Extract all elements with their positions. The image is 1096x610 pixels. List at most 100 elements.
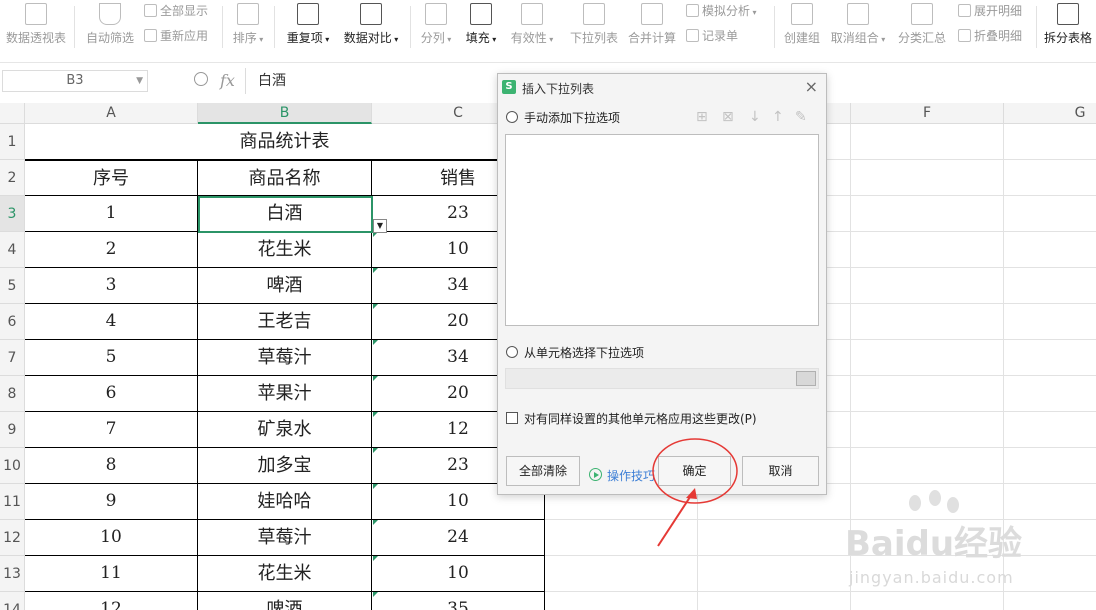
ok-button[interactable]: 确定 [658, 456, 731, 486]
dropdown-items-list[interactable] [505, 134, 819, 326]
show-all-button[interactable]: 全部显示 [144, 2, 208, 19]
play-icon[interactable] [589, 468, 602, 481]
column-header-g[interactable]: G [1004, 103, 1096, 124]
header-cell-name[interactable]: 商品名称 [198, 160, 372, 196]
index-cell[interactable]: 1 [25, 196, 198, 232]
validity-button[interactable]: 有效性 ▾ [510, 0, 554, 50]
reapply-button[interactable]: 重新应用 [144, 27, 208, 44]
filter-icon [99, 3, 121, 25]
manual-option-label[interactable]: 手动添加下拉选项 [524, 109, 620, 126]
row-header-1[interactable]: 1 [0, 124, 25, 160]
range-picker-icon[interactable] [796, 371, 816, 386]
row-header-2[interactable]: 2 [0, 160, 25, 196]
dialog-title-bar[interactable]: S 插入下拉列表 × [498, 74, 826, 101]
cell-range-input[interactable] [505, 368, 819, 389]
ungroup-button[interactable]: 取消组合 ▾ [828, 0, 888, 50]
ribbon-separator [1036, 6, 1037, 48]
index-cell[interactable]: 9 [25, 484, 198, 520]
name-cell[interactable]: 花生米 [198, 556, 372, 592]
name-cell[interactable]: 啤酒 [198, 268, 372, 304]
manual-option-radio[interactable] [506, 111, 518, 123]
name-cell[interactable]: 娃哈哈 [198, 484, 372, 520]
fx-icon[interactable]: fx [220, 71, 235, 90]
tips-link[interactable]: 操作技巧 [607, 467, 655, 484]
move-down-icon[interactable]: ↓ [749, 109, 761, 125]
subtotal-button[interactable]: 分类汇总 [896, 0, 948, 50]
column-header-b[interactable]: B [198, 103, 372, 124]
row-header-12[interactable]: 12 [0, 520, 25, 556]
name-cell[interactable]: 加多宝 [198, 448, 372, 484]
index-cell[interactable]: 7 [25, 412, 198, 448]
name-cell[interactable]: 啤酒 [198, 592, 372, 610]
record-form-button[interactable]: 记录单 [686, 27, 738, 44]
index-cell[interactable]: 12 [25, 592, 198, 610]
split-table-button[interactable]: 拆分表格 [1042, 0, 1094, 50]
row-header-5[interactable]: 5 [0, 268, 25, 304]
apply-all-label[interactable]: 对有同样设置的其他单元格应用这些更改(P) [524, 410, 757, 427]
zoom-icon[interactable] [194, 72, 208, 86]
column-header-f[interactable]: F [851, 103, 1004, 124]
sales-cell[interactable]: 24 [372, 520, 545, 556]
name-cell[interactable]: 矿泉水 [198, 412, 372, 448]
row-header-9[interactable]: 9 [0, 412, 25, 448]
duplicates-button[interactable]: 重复项 ▾ [284, 0, 332, 50]
row-header-6[interactable]: 6 [0, 304, 25, 340]
row-header-13[interactable]: 13 [0, 556, 25, 592]
sort-button[interactable]: 排序 ▾ [230, 0, 266, 50]
table-title-cell[interactable]: 商品统计表 [25, 124, 545, 160]
delete-item-icon[interactable]: ⊠ [722, 109, 734, 125]
dropdown-list-button[interactable]: 下拉列表 [568, 0, 620, 50]
data-compare-button[interactable]: 数据对比 ▾ [342, 0, 400, 50]
fill-button[interactable]: 填充 ▾ [464, 0, 498, 50]
row-header-10[interactable]: 10 [0, 448, 25, 484]
index-cell[interactable]: 5 [25, 340, 198, 376]
clear-all-button[interactable]: 全部清除 [506, 456, 580, 486]
index-cell[interactable]: 10 [25, 520, 198, 556]
collapse-details-button[interactable]: 折叠明细 [958, 27, 1022, 44]
from-cells-radio[interactable] [506, 346, 518, 358]
cancel-button[interactable]: 取消 [742, 456, 819, 486]
expand-details-button[interactable]: 展开明细 [958, 2, 1022, 19]
what-if-analysis-button[interactable]: 模拟分析 ▾ [686, 2, 757, 19]
edit-item-icon[interactable]: ✎ [795, 109, 807, 125]
row-header-14[interactable]: 14 [0, 592, 25, 610]
pivot-table-button[interactable]: 数据透视表 [4, 0, 68, 50]
name-cell[interactable]: 花生米 [198, 232, 372, 268]
name-cell[interactable]: 苹果汁 [198, 376, 372, 412]
column-header-a[interactable]: A [25, 103, 198, 124]
close-icon[interactable]: × [805, 77, 818, 96]
index-cell[interactable]: 6 [25, 376, 198, 412]
validation-marker [373, 592, 378, 597]
index-cell[interactable]: 8 [25, 448, 198, 484]
index-cell[interactable]: 3 [25, 268, 198, 304]
name-cell[interactable]: 草莓汁 [198, 340, 372, 376]
split-column-button[interactable]: 分列 ▾ [420, 0, 452, 50]
row-header-11[interactable]: 11 [0, 484, 25, 520]
index-cell[interactable]: 4 [25, 304, 198, 340]
row-header-3[interactable]: 3 [0, 196, 25, 232]
move-up-icon[interactable]: ↑ [772, 109, 784, 125]
sales-cell[interactable]: 10 [372, 556, 545, 592]
sales-cell[interactable]: 35 [372, 592, 545, 610]
autofilter-button[interactable]: 自动筛选 [84, 0, 136, 50]
name-cell[interactable]: 草莓汁 [198, 520, 372, 556]
chevron-down-icon: ▼ [136, 76, 143, 86]
ribbon-separator [74, 6, 75, 48]
consolidate-button[interactable]: 合并计算 [626, 0, 678, 50]
dropdown-arrow-icon[interactable]: ▼ [373, 219, 387, 233]
record-form-icon [686, 29, 699, 42]
row-header-7[interactable]: 7 [0, 340, 25, 376]
name-cell[interactable]: 王老吉 [198, 304, 372, 340]
apply-all-checkbox[interactable] [506, 412, 518, 424]
index-cell[interactable]: 11 [25, 556, 198, 592]
row-header-8[interactable]: 8 [0, 376, 25, 412]
from-cells-label[interactable]: 从单元格选择下拉选项 [524, 344, 644, 361]
name-box[interactable]: B3 ▼ [2, 70, 148, 92]
row-header-4[interactable]: 4 [0, 232, 25, 268]
header-cell-index[interactable]: 序号 [25, 160, 198, 196]
index-cell[interactable]: 2 [25, 232, 198, 268]
create-group-button[interactable]: 创建组 [780, 0, 824, 50]
selected-cell-b3[interactable] [198, 196, 373, 233]
add-item-icon[interactable]: ⊞ [696, 109, 708, 125]
select-all-corner[interactable] [0, 103, 25, 124]
